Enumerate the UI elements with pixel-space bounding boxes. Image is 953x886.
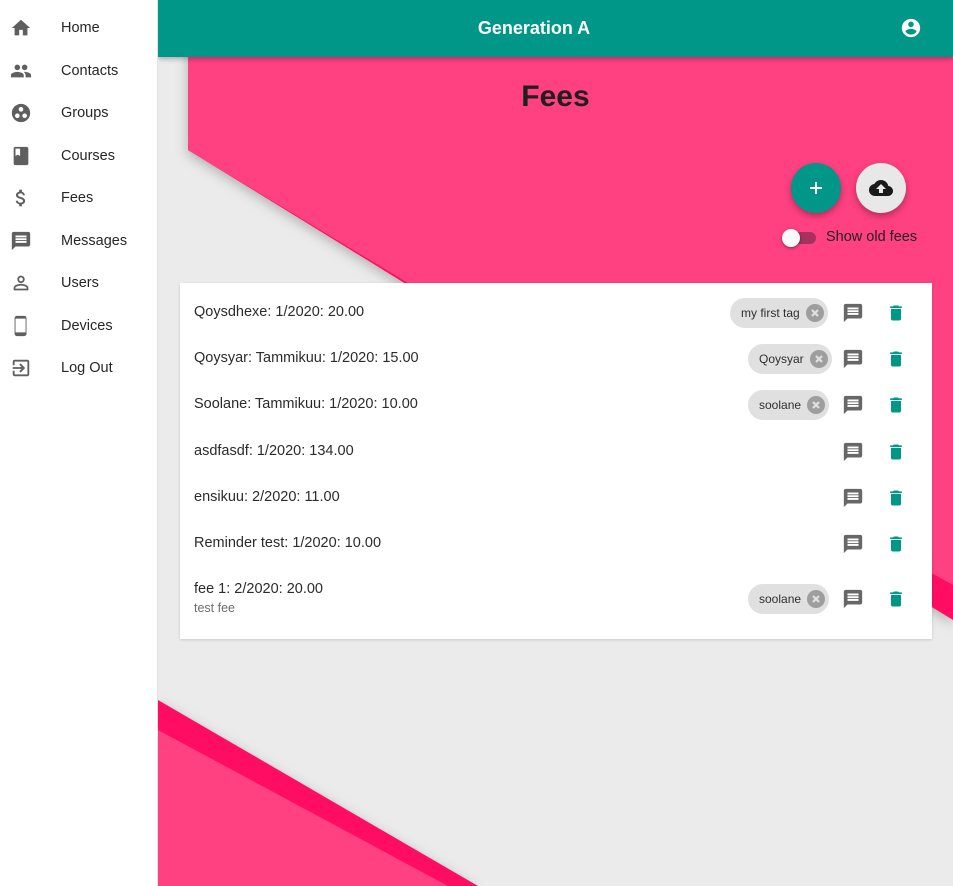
home-icon bbox=[10, 17, 32, 39]
account-circle-icon[interactable] bbox=[900, 17, 922, 39]
fee-text: ensikuu: 2/2020: 11.00 bbox=[194, 489, 340, 505]
comment-icon[interactable] bbox=[842, 487, 864, 509]
comment-icon[interactable] bbox=[842, 441, 864, 463]
add-fee-button[interactable] bbox=[791, 163, 841, 213]
comment-icon[interactable] bbox=[842, 533, 864, 555]
cloud-upload-icon bbox=[869, 180, 893, 196]
tag-label: my first tag bbox=[741, 306, 800, 320]
fee-text: asdfasdf: 1/2020: 134.00 bbox=[194, 443, 354, 459]
chip-remove-icon[interactable] bbox=[807, 396, 826, 414]
tag-chip[interactable]: my first tag bbox=[730, 298, 828, 328]
tag-chip[interactable]: soolane bbox=[748, 584, 830, 614]
sidebar-item-label: Messages bbox=[61, 233, 128, 249]
app-bar: Generation A bbox=[158, 0, 953, 57]
delete-icon[interactable] bbox=[886, 302, 906, 324]
message-icon bbox=[10, 230, 32, 252]
toggle-thumb bbox=[782, 229, 800, 247]
comment-icon[interactable] bbox=[842, 588, 864, 610]
delete-icon[interactable] bbox=[886, 441, 906, 463]
fee-description: test fee bbox=[194, 601, 235, 615]
chip-remove-icon[interactable] bbox=[809, 350, 828, 368]
delete-icon[interactable] bbox=[886, 348, 906, 370]
delete-icon[interactable] bbox=[886, 487, 906, 509]
sidebar-item-label: Courses bbox=[61, 148, 115, 164]
tag-label: soolane bbox=[759, 398, 802, 412]
sidebar-item-label: Users bbox=[61, 275, 99, 291]
sidebar-item-courses[interactable]: Courses bbox=[0, 136, 158, 176]
dollar-icon bbox=[10, 187, 32, 209]
sidebar-item-fees[interactable]: Fees bbox=[0, 178, 158, 218]
fee-text: fee 1: 2/2020: 20.00 bbox=[194, 581, 323, 597]
delete-icon[interactable] bbox=[886, 533, 906, 555]
list-item[interactable]: Qoysyar: Tammikuu: 1/2020: 15.00 Qoysyar bbox=[180, 336, 932, 382]
group-work-icon bbox=[10, 102, 32, 124]
list-item[interactable]: ensikuu: 2/2020: 11.00 bbox=[180, 475, 932, 521]
show-old-fees-label: Show old fees bbox=[826, 229, 918, 245]
fee-text: Qoysyar: Tammikuu: 1/2020: 15.00 bbox=[194, 350, 419, 366]
plus-icon bbox=[810, 182, 822, 194]
sidebar-item-label: Fees bbox=[61, 190, 94, 206]
list-item[interactable]: Reminder test: 1/2020: 10.00 bbox=[180, 521, 932, 567]
list-item[interactable]: Soolane: Tammikuu: 1/2020: 10.00 soolane bbox=[180, 382, 932, 428]
chip-remove-icon[interactable] bbox=[805, 304, 824, 322]
logout-icon bbox=[10, 357, 32, 379]
upload-button[interactable] bbox=[856, 163, 906, 213]
tag-label: soolane bbox=[759, 592, 802, 606]
list-item[interactable]: fee 1: 2/2020: 20.00 test fee soolane bbox=[180, 575, 932, 625]
delete-icon[interactable] bbox=[886, 394, 906, 416]
app-title: Generation A bbox=[477, 18, 591, 38]
sidebar-item-label: Devices bbox=[61, 318, 113, 334]
sidebar-item-label: Home bbox=[61, 20, 100, 36]
sidebar-item-label: Groups bbox=[61, 105, 109, 121]
tag-chip[interactable]: Qoysyar bbox=[748, 344, 832, 374]
comment-icon[interactable] bbox=[842, 348, 864, 370]
sidebar-item-label: Contacts bbox=[61, 63, 119, 79]
sidebar-item-label: Log Out bbox=[61, 360, 113, 376]
people-icon bbox=[10, 60, 32, 82]
sidebar-item-groups[interactable]: Groups bbox=[0, 93, 158, 133]
book-icon bbox=[10, 145, 32, 167]
sidebar-item-home[interactable]: Home bbox=[0, 8, 158, 48]
page-title: Fees bbox=[521, 80, 590, 113]
comment-icon[interactable] bbox=[842, 302, 864, 324]
list-item[interactable]: Qoysdhexe: 1/2020: 20.00 my first tag bbox=[180, 290, 932, 336]
fees-list: Qoysdhexe: 1/2020: 20.00 my first tag Qo… bbox=[180, 283, 932, 639]
fee-text: Soolane: Tammikuu: 1/2020: 10.00 bbox=[194, 396, 418, 412]
tag-chip[interactable]: soolane bbox=[748, 390, 830, 420]
comment-icon[interactable] bbox=[842, 394, 864, 416]
fee-text: Qoysdhexe: 1/2020: 20.00 bbox=[194, 304, 365, 320]
list-item[interactable]: asdfasdf: 1/2020: 134.00 bbox=[180, 429, 932, 475]
show-old-fees-toggle[interactable] bbox=[782, 229, 818, 247]
tag-label: Qoysyar bbox=[759, 352, 804, 366]
sidebar-item-messages[interactable]: Messages bbox=[0, 221, 158, 261]
sidebar-item-devices[interactable]: Devices bbox=[0, 306, 158, 346]
fee-text: Reminder test: 1/2020: 10.00 bbox=[194, 535, 382, 551]
phone-icon bbox=[10, 315, 32, 337]
delete-icon[interactable] bbox=[886, 588, 906, 610]
sidebar: Home Contacts Groups Courses Fees Messag… bbox=[0, 0, 158, 886]
sidebar-item-logout[interactable]: Log Out bbox=[0, 348, 158, 388]
chip-remove-icon[interactable] bbox=[807, 590, 826, 608]
sidebar-item-contacts[interactable]: Contacts bbox=[0, 51, 158, 91]
sidebar-item-users[interactable]: Users bbox=[0, 263, 158, 303]
person-icon bbox=[10, 272, 32, 294]
